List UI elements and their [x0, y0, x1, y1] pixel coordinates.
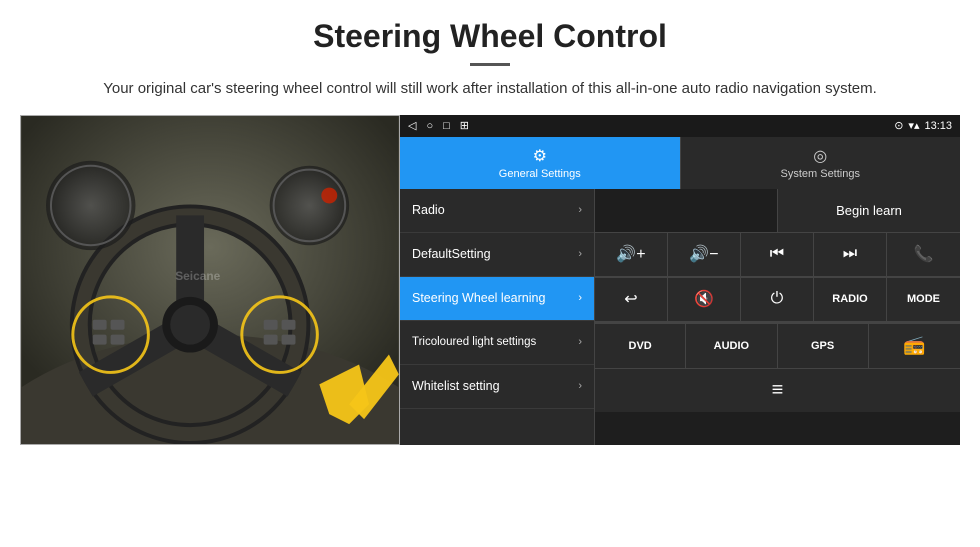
vol-up-icon: 🔊+ [616, 244, 645, 264]
dvd-button[interactable]: DVD [595, 324, 686, 368]
tab-bar: ⚙ General Settings ◎ System Settings [400, 137, 960, 189]
gps-button[interactable]: GPS [778, 324, 869, 368]
right-panel: Begin learn 🔊+ 🔊− ⏮ [595, 189, 960, 445]
next-track-button[interactable]: ⏭ [814, 233, 887, 277]
menu-item-tricoloured[interactable]: Tricoloured light settings › [400, 321, 594, 365]
power-button[interactable]: ⏻ [741, 278, 814, 322]
vol-down-icon: 🔊− [689, 244, 718, 264]
gps-label: GPS [811, 340, 834, 352]
page-subtitle: Your original car's steering wheel contr… [20, 78, 960, 101]
svg-text:Seicane: Seicane [175, 269, 220, 283]
page-title: Steering Wheel Control [20, 18, 960, 55]
status-bar-nav: ◁ ○ □ ⊞ [408, 119, 469, 132]
back-icon: ↩ [624, 289, 637, 309]
system-settings-icon: ◎ [813, 146, 827, 166]
car-image: Seicane [20, 115, 400, 445]
next-track-icon: ⏭ [843, 245, 857, 263]
vol-down-button[interactable]: 🔊− [668, 233, 741, 277]
right-top-empty [595, 189, 778, 232]
left-menu: Radio › DefaultSetting › Steering Wheel … [400, 189, 595, 445]
control-grid-row2: ↩ 🔇 ⏻ RADIO MODE [595, 278, 960, 323]
home-nav[interactable]: ○ [426, 120, 433, 132]
content-row: Seicane ◁ ○ □ ⊞ ⊙ ▾▴ 13:13 [20, 115, 960, 445]
tab-system-label: System Settings [781, 168, 860, 180]
menu-item-whitelist[interactable]: Whitelist setting › [400, 365, 594, 409]
menu-item-radio[interactable]: Radio › [400, 189, 594, 233]
begin-learn-button[interactable]: Begin learn [778, 189, 960, 232]
radio-button[interactable]: RADIO [814, 278, 887, 322]
tab-general-label: General Settings [499, 168, 581, 180]
control-grid-row1: 🔊+ 🔊− ⏮ ⏭ 📞 [595, 233, 960, 278]
mute-icon: 🔇 [694, 289, 714, 309]
back-button[interactable]: ↩ [595, 278, 668, 322]
audio-label: AUDIO [714, 340, 749, 352]
status-bar: ◁ ○ □ ⊞ ⊙ ▾▴ 13:13 [400, 115, 960, 137]
signal-icon: ▾▴ [908, 119, 919, 132]
phone-button[interactable]: 📞 [887, 233, 960, 277]
audio-button[interactable]: AUDIO [686, 324, 777, 368]
radio2-button[interactable]: 📻 [869, 324, 960, 368]
tab-system-settings[interactable]: ◎ System Settings [680, 137, 961, 189]
status-bar-info: ⊙ ▾▴ 13:13 [894, 119, 952, 132]
menu-item-steering[interactable]: Steering Wheel learning › [400, 277, 594, 321]
phone-icon: 📞 [914, 244, 934, 264]
mute-button[interactable]: 🔇 [668, 278, 741, 322]
bottom-row: DVD AUDIO GPS 📻 [595, 323, 960, 368]
power-icon: ⏻ [771, 290, 784, 308]
menu-button[interactable]: ≡ [595, 369, 960, 412]
mode-label: MODE [907, 293, 940, 305]
radio-label: RADIO [832, 293, 867, 305]
tab-general-settings[interactable]: ⚙ General Settings [400, 137, 680, 189]
back-nav[interactable]: ◁ [408, 119, 416, 132]
chevron-default: › [578, 248, 582, 260]
right-top-row: Begin learn [595, 189, 960, 233]
prev-track-button[interactable]: ⏮ [741, 233, 814, 277]
dvd-label: DVD [629, 340, 652, 352]
menu-item-default[interactable]: DefaultSetting › [400, 233, 594, 277]
menu-icon: ≡ [772, 379, 784, 402]
square-nav[interactable]: □ [443, 120, 450, 132]
page-container: Steering Wheel Control Your original car… [0, 0, 980, 455]
prev-track-icon: ⏮ [770, 245, 784, 263]
title-divider [470, 63, 510, 66]
vol-up-button[interactable]: 🔊+ [595, 233, 668, 277]
general-settings-icon: ⚙ [533, 146, 547, 166]
ui-panel: ◁ ○ □ ⊞ ⊙ ▾▴ 13:13 ⚙ General Settings [400, 115, 960, 445]
chevron-radio: › [578, 204, 582, 216]
time-display: 13:13 [924, 120, 952, 132]
main-area: Radio › DefaultSetting › Steering Wheel … [400, 189, 960, 445]
radio2-icon: 📻 [903, 335, 925, 356]
mode-button[interactable]: MODE [887, 278, 960, 322]
chevron-whitelist: › [578, 380, 582, 392]
car-svg: Seicane [21, 116, 399, 444]
last-row: ≡ [595, 368, 960, 412]
grid-nav[interactable]: ⊞ [460, 119, 469, 132]
chevron-steering: › [578, 292, 582, 304]
chevron-tricoloured: › [578, 336, 582, 348]
location-icon: ⊙ [894, 119, 903, 132]
